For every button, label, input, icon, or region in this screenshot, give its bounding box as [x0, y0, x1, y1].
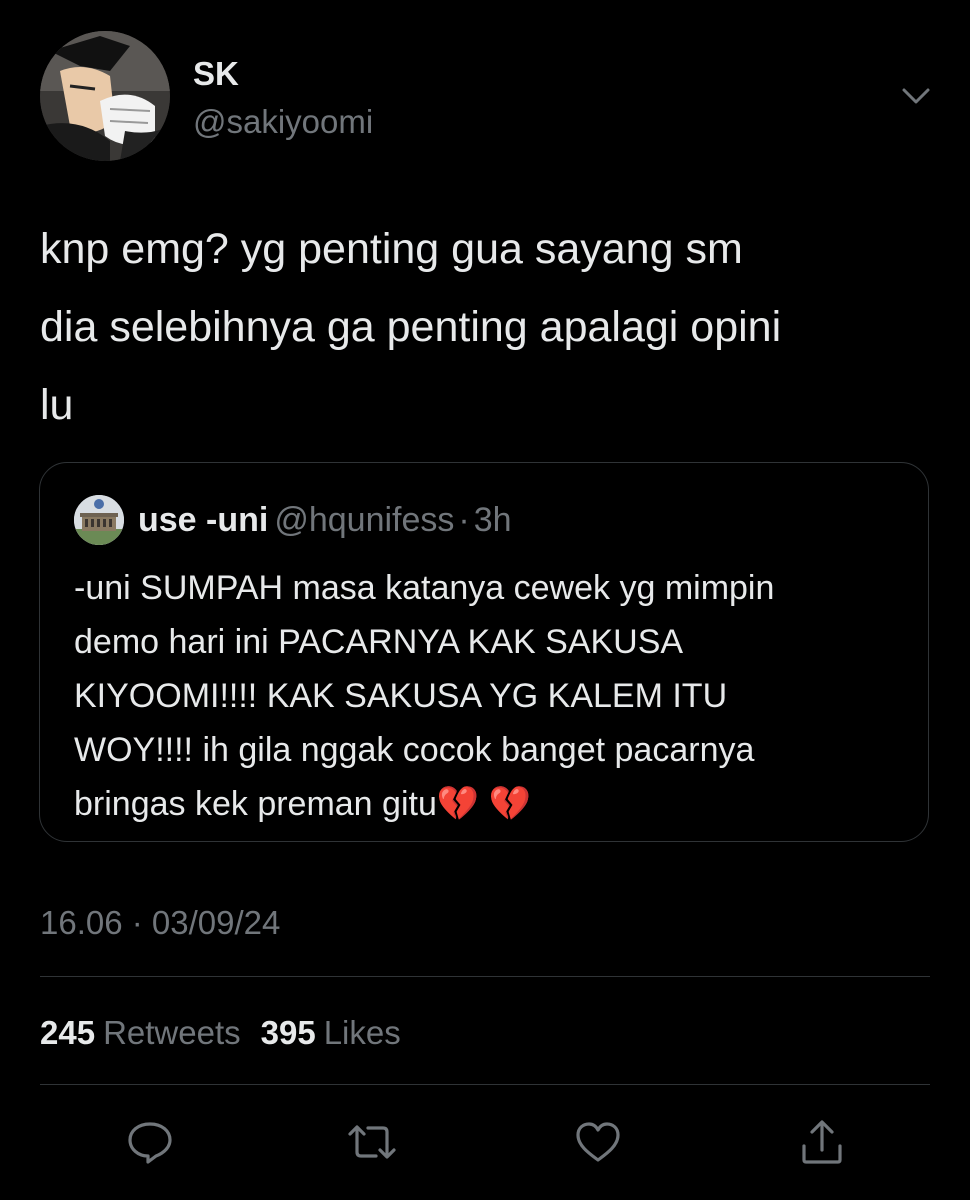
- avatar-anime-character-icon: [40, 31, 170, 161]
- share-icon: [802, 1120, 842, 1164]
- like-button[interactable]: [572, 1116, 624, 1168]
- quote-display-name: use -uni: [138, 501, 269, 539]
- likes-count[interactable]: 395: [261, 1014, 316, 1051]
- retweets-label[interactable]: Retweets: [103, 1014, 241, 1051]
- retweet-icon: [348, 1125, 396, 1159]
- tweet-text: knp emg? yg penting gua sayang sm dia se…: [40, 225, 782, 429]
- chevron-down-icon[interactable]: [896, 80, 936, 114]
- avatar-building-icon: [74, 495, 124, 545]
- share-button[interactable]: [796, 1116, 848, 1168]
- retweet-button[interactable]: [346, 1116, 398, 1168]
- quote-header: use -uni @hqunifess · 3h: [138, 497, 512, 543]
- quote-text: -uni SUMPAH masa katanya cewek yg mimpin…: [74, 569, 775, 823]
- quote-separator: ·: [458, 501, 470, 539]
- author-display-name[interactable]: SK: [193, 52, 239, 96]
- reply-icon: [128, 1122, 172, 1164]
- quote-avatar: [74, 495, 124, 545]
- like-icon: [576, 1122, 620, 1162]
- divider: [40, 976, 930, 977]
- retweets-count[interactable]: 245: [40, 1014, 95, 1051]
- author-handle[interactable]: @sakiyoomi: [193, 100, 373, 144]
- tweet-timestamp[interactable]: 16.06 · 03/09/24: [40, 900, 280, 946]
- reply-button[interactable]: [124, 1116, 176, 1168]
- quote-time: 3h: [473, 501, 512, 539]
- quoted-tweet[interactable]: use -uni @hqunifess · 3h -uni SUMPAH masa k…: [39, 462, 929, 842]
- divider: [40, 1084, 930, 1085]
- quote-handle: @hqunifess: [274, 501, 455, 539]
- likes-label[interactable]: Likes: [324, 1014, 401, 1051]
- engagement-stats: 245 Retweets 395 Likes: [40, 1010, 421, 1056]
- author-avatar[interactable]: [40, 31, 170, 161]
- tweet-detail: SK @sakiyoomi knp emg? yg penting gua sa…: [0, 0, 970, 1200]
